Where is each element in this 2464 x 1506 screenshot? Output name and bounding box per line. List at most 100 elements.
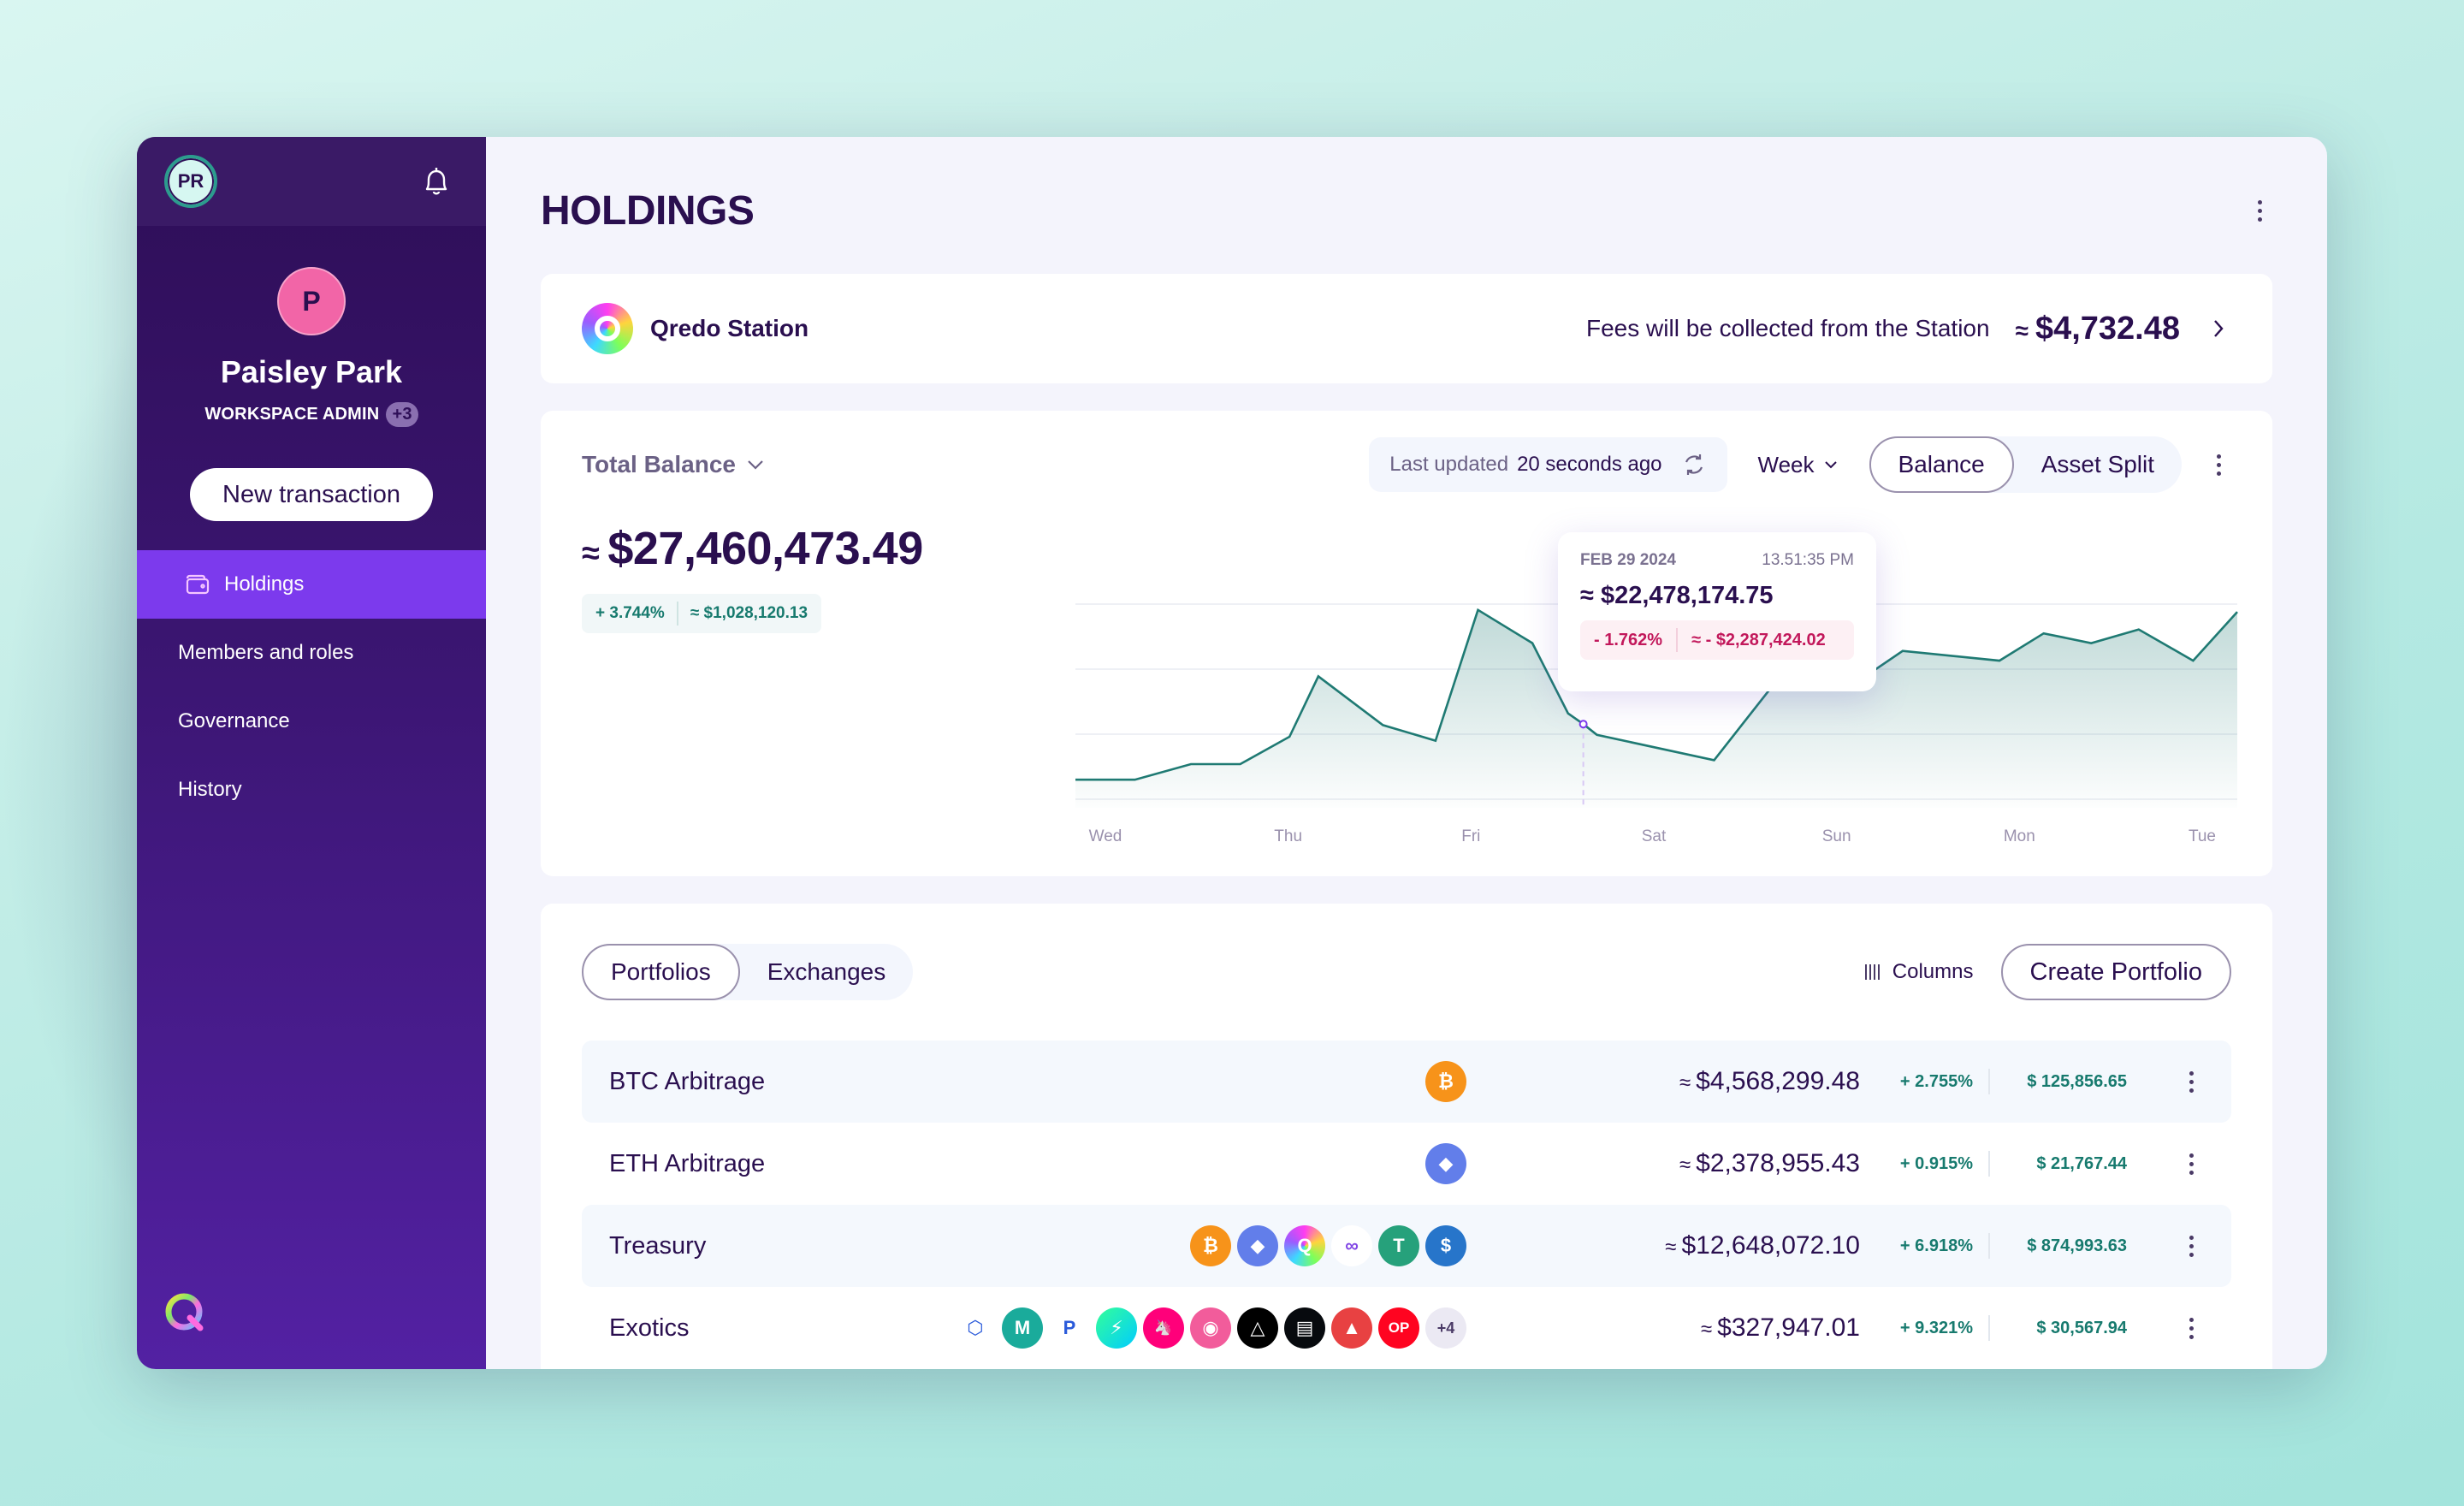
portfolios-header: Portfolios Exchanges Columns Create Port… bbox=[582, 904, 2231, 1041]
row-more-options-icon[interactable] bbox=[2178, 1311, 2204, 1345]
portfolio-change-pct: + 0.915% bbox=[1899, 1153, 1973, 1173]
fees-label: Fees will be collected from the Station bbox=[1586, 315, 1990, 341]
last-updated-label: Last updated bbox=[1389, 453, 1509, 476]
columns-label: Columns bbox=[1892, 960, 1974, 983]
columns-button[interactable]: Columns bbox=[1863, 960, 1974, 984]
sidebar-item-history[interactable]: History bbox=[137, 756, 486, 824]
station-card[interactable]: Qredo Station Fees will be collected fro… bbox=[541, 274, 2272, 383]
usdc-icon: $ bbox=[1425, 1225, 1466, 1266]
new-transaction-button[interactable]: New transaction bbox=[190, 468, 433, 521]
qredo-icon: Q bbox=[1284, 1225, 1325, 1266]
chart-more-options-icon[interactable] bbox=[2206, 448, 2231, 482]
tab-balance[interactable]: Balance bbox=[1869, 436, 2014, 493]
total-balance-label: Total Balance bbox=[582, 451, 736, 477]
x-tick-label: Fri bbox=[1461, 827, 1480, 845]
portfolio-gain: $ 30,567.94 bbox=[2036, 1318, 2127, 1337]
tab-asset-split[interactable]: Asset Split bbox=[2014, 436, 2182, 493]
portfolio-gain: $ 874,993.63 bbox=[2027, 1236, 2127, 1255]
tooltip-change-pct: - 1.762% bbox=[1594, 630, 1663, 649]
portfolio-row[interactable]: Treasury ₿ ◆ Q ∞ T $ ≈ $12,648,072.10 + 6.918%… bbox=[582, 1205, 2231, 1287]
sidebar-item-governance[interactable]: Governance bbox=[137, 687, 486, 756]
tooltip-date: FEB 29 2024 bbox=[1580, 551, 1676, 569]
portfolio-row[interactable]: Exotics ⬡ M P ⚡ 🦄 ◉ △ ▤ ▲ OP +4 ≈ $327,947.01 + 9.3… bbox=[582, 1287, 2231, 1369]
columns-icon bbox=[1864, 964, 1880, 980]
portfolio-row[interactable]: BTC Arbitrage ₿ ≈ $4,568,299.48 + 2.755% … bbox=[582, 1041, 2231, 1123]
portfolio-row[interactable]: ETH Arbitrage ◆ ≈ $2,378,955.43 + 0.915% … bbox=[582, 1123, 2231, 1205]
portfolio-total: ≈ $327,947.01 bbox=[1700, 1313, 1860, 1342]
portfolio-assets: ⬡ M P ⚡ 🦄 ◉ △ ▤ ▲ OP +4 bbox=[900, 1307, 1466, 1349]
portfolio-assets: ◆ bbox=[900, 1143, 1466, 1184]
tab-exchanges[interactable]: Exchanges bbox=[740, 944, 914, 1000]
sidebar-nav: Holdings Members and roles Governance Hi… bbox=[137, 550, 486, 824]
chart-tooltip: FEB 29 2024 13.51:35 PM ≈ $22,478,174.75… bbox=[1558, 532, 1876, 691]
sidebar-header: PR bbox=[137, 137, 486, 226]
chevron-right-icon[interactable] bbox=[2206, 316, 2231, 341]
app-window: PR P Paisley Park WORKSPACE ADMIN +3 New… bbox=[137, 137, 2327, 1369]
last-updated: Last updated 20 seconds ago bbox=[1369, 437, 1727, 492]
workspace-avatar[interactable]: PR bbox=[164, 155, 217, 208]
tooltip-time: 13.51:35 PM bbox=[1762, 551, 1854, 569]
balance-change-abs: ≈ $1,028,120.13 bbox=[690, 604, 808, 622]
row-more-options-icon[interactable] bbox=[2178, 1064, 2204, 1099]
portfolio-assets: ₿ ◆ Q ∞ T $ bbox=[900, 1225, 1466, 1266]
portfolio-gain: $ 21,767.44 bbox=[2036, 1153, 2127, 1173]
qredo-logo-icon bbox=[164, 1292, 207, 1335]
sidebar-item-label: Governance bbox=[178, 709, 290, 732]
sidebar-item-label: Holdings bbox=[224, 572, 305, 596]
portfolio-change-pct: + 9.321% bbox=[1899, 1318, 1973, 1337]
x-tick-label: Thu bbox=[1274, 827, 1302, 845]
fees-value: ≈ $4,732.48 bbox=[2015, 310, 2180, 347]
tooltip-change-abs: ≈ - $2,287,424.02 bbox=[1691, 630, 1826, 649]
tab-portfolios[interactable]: Portfolios bbox=[582, 944, 740, 1000]
total-balance-dropdown[interactable]: Total Balance bbox=[582, 451, 765, 478]
x-tick-label: Sun bbox=[1822, 827, 1851, 845]
balance-controls: Last updated 20 seconds ago Week Balance bbox=[1369, 436, 2231, 493]
sidebar-item-label: Members and roles bbox=[178, 641, 354, 664]
wallet-icon bbox=[185, 572, 210, 597]
sidebar-item-holdings[interactable]: Holdings bbox=[137, 550, 486, 619]
bitcoin-icon: ₿ bbox=[1190, 1225, 1231, 1266]
portfolio-total: ≈ $2,378,955.43 bbox=[1679, 1149, 1860, 1177]
sidebar-item-label: History bbox=[178, 778, 242, 801]
notifications-bell-icon[interactable] bbox=[419, 164, 453, 199]
page-more-options-icon[interactable] bbox=[2247, 193, 2272, 228]
bitcoin-icon: ₿ bbox=[1425, 1061, 1466, 1102]
portfolio-list: BTC Arbitrage ₿ ≈ $4,568,299.48 + 2.755% … bbox=[582, 1041, 2231, 1369]
balance-change-badge: + 3.744% ≈ $1,028,120.13 bbox=[582, 594, 822, 633]
portfolio-gain: $ 125,856.65 bbox=[2027, 1071, 2127, 1091]
x-tick-label: Sat bbox=[1642, 827, 1667, 845]
portfolio-name: ETH Arbitrage bbox=[609, 1149, 766, 1177]
page-header: HOLDINGS bbox=[541, 137, 2272, 274]
more-assets-badge[interactable]: +4 bbox=[1425, 1307, 1466, 1349]
chevron-down-icon bbox=[748, 460, 763, 470]
sidebar-item-members-and-roles[interactable]: Members and roles bbox=[137, 619, 486, 687]
divider bbox=[1676, 628, 1679, 652]
station-name: Qredo Station bbox=[650, 315, 809, 341]
compound-icon: ▤ bbox=[1284, 1307, 1325, 1349]
portfolio-actions: Columns Create Portfolio bbox=[1863, 944, 2231, 1000]
main-content: HOLDINGS Qredo Station Fees will be coll… bbox=[486, 137, 2327, 1369]
portfolios-card: Portfolios Exchanges Columns Create Port… bbox=[541, 904, 2272, 1369]
balance-card: Wed Thu Fri Sat Sun Mon Tue Total Balance Last… bbox=[541, 411, 2272, 876]
station-info: Qredo Station bbox=[582, 303, 808, 354]
page-title: HOLDINGS bbox=[541, 187, 755, 234]
hover-point[interactable] bbox=[1578, 720, 1588, 729]
balance-change-pct: + 3.744% bbox=[595, 604, 665, 622]
thorchain-icon: ⚡ bbox=[1096, 1307, 1137, 1349]
avalanche-icon: ▲ bbox=[1331, 1307, 1372, 1349]
row-more-options-icon[interactable] bbox=[2178, 1229, 2204, 1263]
tether-icon: T bbox=[1378, 1225, 1419, 1266]
refresh-icon[interactable] bbox=[1681, 452, 1707, 477]
period-dropdown[interactable]: Week bbox=[1751, 452, 1845, 478]
create-portfolio-button[interactable]: Create Portfolio bbox=[2000, 944, 2231, 1000]
portfolio-name: Treasury bbox=[609, 1231, 707, 1260]
user-role-label: WORKSPACE ADMIN bbox=[204, 405, 380, 424]
extra-roles-badge[interactable]: +3 bbox=[386, 402, 418, 427]
view-toggle: Balance Asset Split bbox=[1869, 436, 2182, 493]
user-name: Paisley Park bbox=[220, 354, 403, 389]
row-more-options-icon[interactable] bbox=[2178, 1147, 2204, 1181]
tooltip-header: FEB 29 2024 13.51:35 PM bbox=[1580, 551, 1854, 570]
maker-icon: M bbox=[1002, 1307, 1043, 1349]
user-avatar[interactable]: P bbox=[277, 267, 346, 335]
portfolio-name: Exotics bbox=[609, 1313, 690, 1342]
